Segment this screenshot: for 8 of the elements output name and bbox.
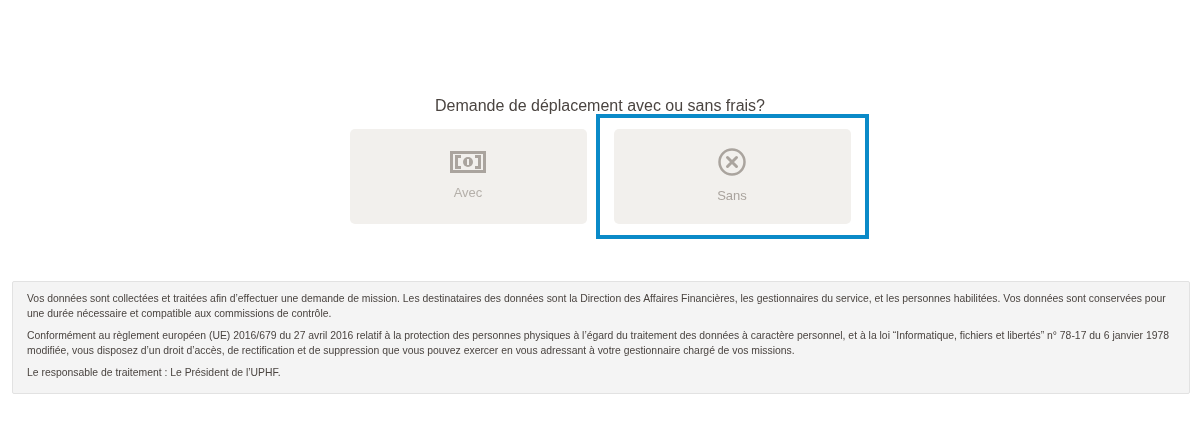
banknote-icon xyxy=(450,150,486,173)
option-button[interactable]: Sans xyxy=(613,129,851,224)
notice-paragraph: Conformément au règlement européen (UE) 2016/679 du 27 avril 2016 relatif à la protection des personnes physiques à l’égard du traitement des données à caractère personnel, et à la loi “Informatique, fichiers et libertés” n° 78-17 du 6 janvier 1978 modifiée, vous disposez d’un droit d’accès, de rectification et de suppression que vous pouvez exercer en vous adressant à votre gestionnaire chargé de vos missions. xyxy=(27,329,1171,358)
close-icon xyxy=(718,147,746,176)
question-title: Demande de déplacement avec ou sans frais? xyxy=(434,96,766,116)
notice-paragraph: Le responsable de traitement : Le Président de l’UPHF. xyxy=(27,366,282,380)
notice-paragraph: Vos données sont collectées et traitées afin d’effectuer une demande de mission. Les destinataires des données sont la Direction des Affaires Financières, les gestionnaires du service, et les personnes habilitées. Vos données sont conservées pour une durée nécessaire et compatible aux commissions de contrôle. xyxy=(27,292,1167,321)
option-button[interactable]: Avec xyxy=(349,129,587,224)
